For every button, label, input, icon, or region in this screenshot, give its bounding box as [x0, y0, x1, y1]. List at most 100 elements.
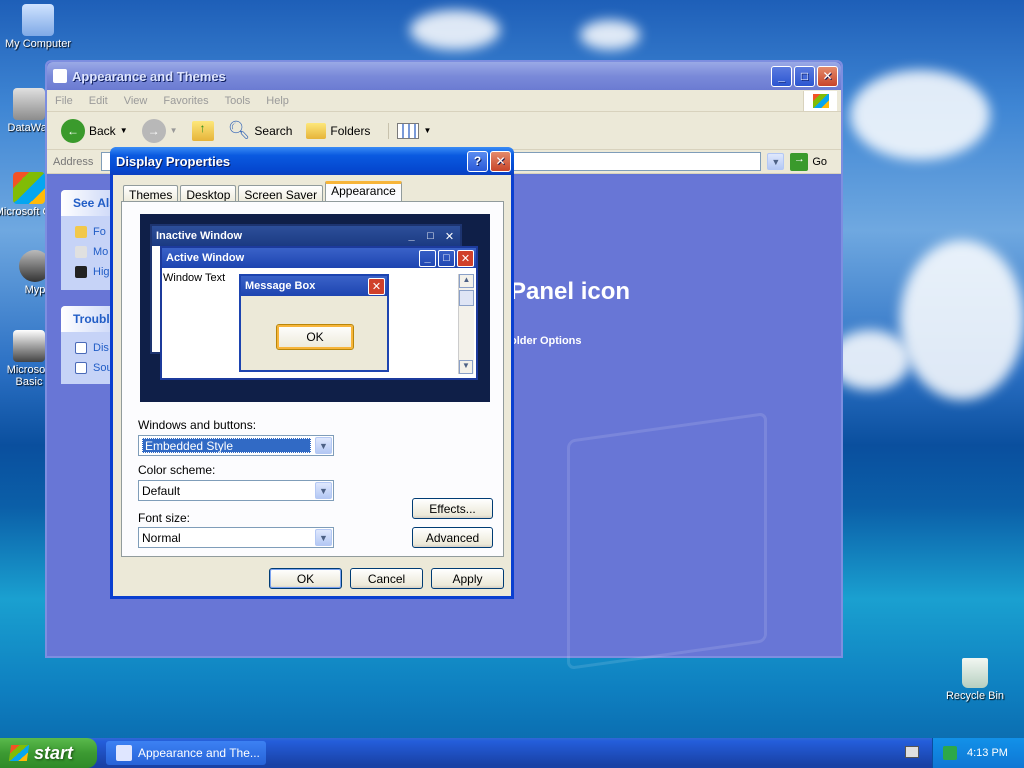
visual-basic-icon	[13, 330, 45, 362]
color-scheme-select[interactable]: Default ▼	[138, 480, 334, 501]
close-icon: ✕	[368, 277, 385, 295]
windows-logo-icon	[8, 745, 30, 761]
recycle-bin-icon	[962, 658, 988, 688]
menu-tools[interactable]: Tools	[225, 95, 251, 107]
preview-active-title: Active Window	[166, 252, 245, 264]
cloud	[580, 20, 640, 50]
control-panel-watermark	[567, 411, 767, 671]
minimize-button[interactable]: _	[771, 65, 792, 87]
visual-cpp-icon	[13, 172, 45, 204]
taskbar: start Appearance and The... 4:13 PM	[0, 738, 1024, 768]
chevron-down-icon: ▼	[315, 437, 332, 454]
address-label: Address	[53, 155, 94, 168]
help-icon	[75, 342, 87, 354]
effects-button[interactable]: Effects...	[412, 498, 493, 519]
clock[interactable]: 4:13 PM	[967, 747, 1008, 759]
control-panel-icon	[116, 745, 132, 761]
scroll-thumb	[459, 290, 474, 306]
menu-favorites[interactable]: Favorites	[163, 95, 208, 107]
windows-logo-icon	[803, 91, 837, 111]
menu-edit[interactable]: Edit	[89, 95, 108, 107]
desktop-icon-label: My Computer	[4, 38, 72, 50]
search-icon: 🔍︎	[227, 120, 251, 140]
mouse-icon	[75, 246, 87, 258]
explorer-title-bar[interactable]: Appearance and Themes _ □ ✕	[47, 62, 841, 90]
cloud	[850, 70, 990, 160]
windows-buttons-value: Embedded Style	[142, 438, 311, 453]
maximize-button[interactable]: □	[794, 65, 815, 87]
close-icon: ✕	[444, 230, 455, 243]
standard-toolbar: ← Back ▼ → ▼ ↑ 🔍︎ Search Folders ▼	[47, 112, 841, 150]
back-arrow-icon: ←	[61, 118, 85, 143]
forward-arrow-icon: →	[141, 118, 166, 143]
start-button[interactable]: start	[0, 738, 97, 768]
scroll-up-icon: ▲	[459, 274, 474, 288]
close-button[interactable]: ✕	[817, 65, 838, 87]
advanced-button[interactable]: Advanced	[412, 527, 493, 548]
desktop-icon-label: Recycle Bin	[945, 690, 1005, 702]
help-icon	[75, 362, 87, 374]
menu-help[interactable]: Help	[266, 95, 289, 107]
chevron-down-icon: ▼	[169, 126, 178, 135]
window-title: Appearance and Themes	[72, 68, 226, 84]
font-size-select[interactable]: Normal ▼	[138, 527, 334, 548]
taskbar-button-label: Appearance and The...	[138, 746, 260, 760]
desktop-icon-recycle-bin[interactable]: Recycle Bin	[940, 658, 1010, 702]
tab-appearance[interactable]: Appearance	[325, 181, 402, 203]
help-button[interactable]: ?	[467, 150, 488, 172]
dialog-close-button[interactable]: ✕	[490, 150, 511, 172]
high-contrast-icon	[75, 266, 87, 278]
go-button[interactable]: → Go	[790, 152, 827, 171]
up-folder-button[interactable]: ↑	[188, 120, 218, 141]
ok-button[interactable]: OK	[269, 568, 342, 589]
dialog-title-bar[interactable]: Display Properties ? ✕	[110, 147, 514, 175]
color-scheme-label: Color scheme:	[138, 463, 216, 477]
forward-button[interactable]: → ▼	[138, 118, 182, 143]
taskbar-button-appearance-themes[interactable]: Appearance and The...	[106, 741, 266, 765]
system-tray: 4:13 PM	[932, 738, 1024, 768]
dialog-title: Display Properties	[116, 153, 231, 169]
see-also-item-label: Mo	[93, 246, 109, 258]
address-dropdown-button[interactable]: ▼	[767, 153, 785, 170]
views-icon	[397, 122, 420, 139]
maximize-icon: □	[438, 249, 455, 267]
menu-view[interactable]: View	[124, 95, 148, 107]
cloud	[410, 10, 500, 50]
pick-heading: Panel icon	[510, 278, 631, 305]
views-button[interactable]: ▼	[388, 122, 435, 139]
chevron-down-icon: ▼	[315, 482, 332, 499]
menu-bar: File Edit View Favorites Tools Help	[47, 90, 841, 112]
control-panel-icon	[53, 69, 67, 83]
cancel-button[interactable]: Cancel	[350, 568, 423, 589]
search-button[interactable]: 🔍︎ Search	[224, 120, 297, 141]
back-label: Back	[89, 123, 116, 138]
see-also-item-label: Hig	[93, 266, 110, 278]
menu-file[interactable]: File	[55, 95, 73, 107]
windows-buttons-label: Windows and buttons:	[138, 418, 257, 432]
scroll-down-icon: ▼	[459, 360, 473, 374]
chevron-down-icon: ▼	[423, 126, 432, 135]
preview-inactive-title: Inactive Window	[156, 230, 243, 242]
display-properties-dialog[interactable]: Display Properties ? ✕ Themes Desktop Sc…	[110, 147, 514, 599]
up-folder-icon: ↑	[191, 120, 214, 141]
network-icon[interactable]	[943, 746, 957, 760]
tab-strip: Themes Desktop Screen Saver Appearance	[123, 181, 402, 203]
back-button[interactable]: ← Back ▼	[57, 118, 132, 143]
appearance-preview: Inactive Window _ □ ✕ Active Window _ □ …	[140, 214, 490, 402]
minimize-icon: _	[408, 230, 415, 242]
windows-buttons-select[interactable]: Embedded Style ▼	[138, 435, 334, 456]
desktop-icon-my-computer[interactable]: My Computer	[3, 4, 73, 50]
go-label: Go	[812, 155, 827, 168]
keyboard-icon[interactable]	[905, 746, 919, 758]
preview-message-box: Message Box ✕ OK	[239, 274, 389, 372]
folder-options-link[interactable]: older Options	[510, 335, 582, 347]
folders-label: Folders	[330, 123, 371, 138]
color-scheme-value: Default	[142, 483, 181, 498]
preview-scrollbar: ▲ ▼	[458, 274, 474, 374]
font-size-label: Font size:	[138, 511, 191, 525]
folders-button[interactable]: Folders	[302, 122, 374, 139]
preview-inactive-title-bar: Inactive Window _ □ ✕	[152, 226, 460, 246]
apply-button[interactable]: Apply	[431, 568, 504, 589]
minimize-icon: _	[419, 249, 436, 267]
appearance-tab-pane: Inactive Window _ □ ✕ Active Window _ □ …	[121, 201, 504, 557]
